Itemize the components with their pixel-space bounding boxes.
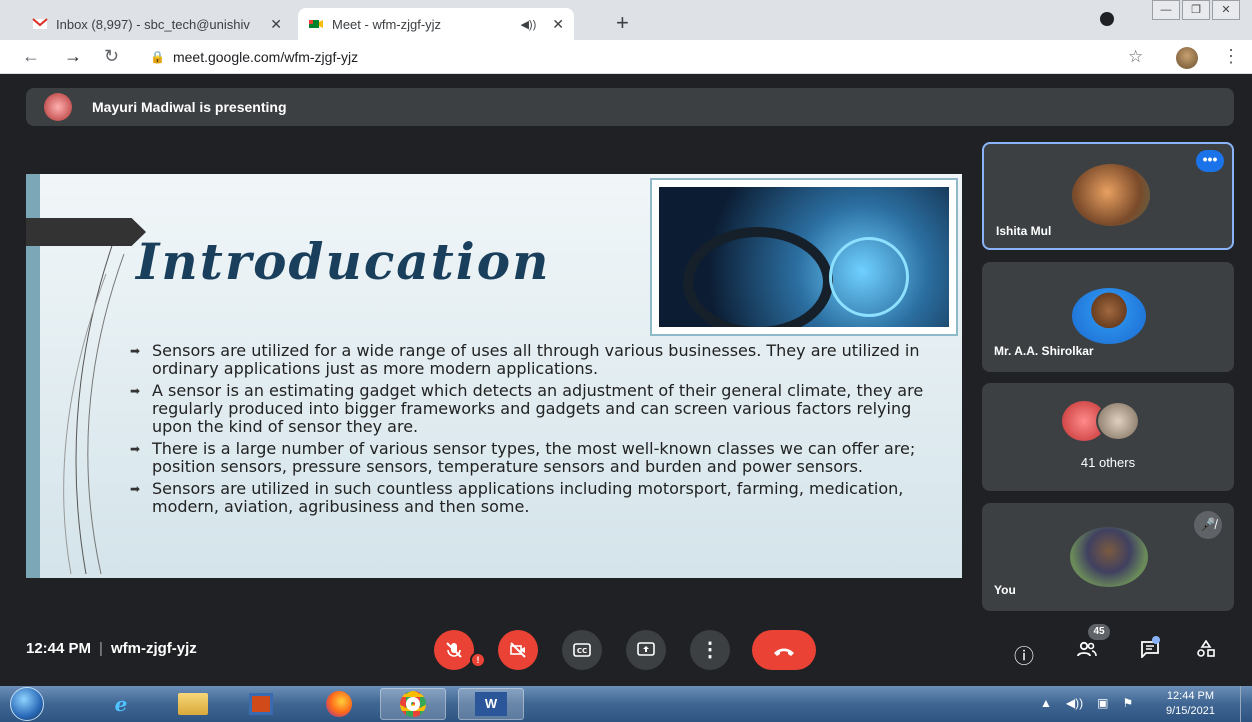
browser-menu-icon[interactable]: ⋮ <box>1222 46 1240 67</box>
participant-avatar <box>1072 164 1150 226</box>
internet-explorer-icon[interactable]: e <box>88 688 154 720</box>
close-tab-icon[interactable]: ✕ <box>270 16 282 33</box>
bullet-arrow-icon: ➡ <box>130 442 141 456</box>
participant-tile-ishita[interactable]: ••• Ishita Mul <box>982 142 1234 250</box>
participant-name: Ishita Mul <box>996 224 1052 238</box>
chrome-icon[interactable] <box>380 688 446 720</box>
participant-tile-you[interactable]: 🎤̸ You <box>982 503 1234 611</box>
participant-name: Mr. A.A. Shirolkar <box>994 344 1094 358</box>
tab-gmail[interactable]: Inbox (8,997) - sbc_tech@unishiv ✕ <box>22 8 292 40</box>
present-screen-button[interactable] <box>626 630 666 670</box>
participant-avatar <box>1096 401 1140 441</box>
participant-name: You <box>994 583 1016 597</box>
slide-decoration-lines <box>63 234 125 574</box>
start-button[interactable] <box>10 687 44 721</box>
media-player-icon[interactable] <box>228 688 294 720</box>
slide-bullet: ➡ There is a large number of various sens… <box>130 439 916 476</box>
tab-meet-label: Meet - wfm-zjgf-yjz <box>332 16 442 32</box>
participant-avatar <box>1070 527 1148 587</box>
meet-icon <box>309 20 323 28</box>
meeting-info-separator: | <box>99 640 103 657</box>
forward-arrow-icon[interactable]: → <box>64 46 82 67</box>
bookmark-star-icon[interactable]: ☆ <box>1128 47 1143 67</box>
more-vert-icon: ⋮ <box>700 639 720 661</box>
maximize-button[interactable]: ❐ <box>1182 0 1210 20</box>
svg-text:CC: CC <box>577 647 587 655</box>
participant-tile-shirolkar[interactable]: Mr. A.A. Shirolkar <box>982 262 1234 372</box>
file-explorer-icon[interactable] <box>160 688 226 720</box>
url-text: meet.google.com/wfm-zjgf-yjz <box>172 49 359 65</box>
taskbar-clock[interactable]: 12:44 PM 9/15/2021 <box>1166 689 1215 719</box>
tab-audio-icon[interactable]: ◀)) <box>520 18 536 31</box>
action-center-icon[interactable]: ⚑ <box>1122 696 1133 710</box>
slide-bullet-list: ➡ Sensors are utilized for a wide range o… <box>130 342 950 520</box>
people-icon[interactable] <box>1076 640 1098 664</box>
mic-off-icon: 🎤̸ <box>1194 511 1222 539</box>
slide-bullet: ➡ A sensor is an estimating gadget which … <box>130 381 924 436</box>
show-desktop-button[interactable] <box>1240 686 1252 722</box>
presenting-text: Mayuri Madiwal is presenting <box>92 99 287 115</box>
back-arrow-icon[interactable]: ← <box>22 46 40 67</box>
meeting-code: wfm-zjgf-yjz <box>110 640 197 657</box>
meeting-info: 12:44 PM | wfm-zjgf-yjz <box>26 640 197 657</box>
mic-toggle-button[interactable] <box>434 630 474 670</box>
others-count-label: 41 others <box>1080 455 1136 470</box>
tray-expand-icon[interactable]: ▲ <box>1040 696 1052 710</box>
hang-up-icon <box>774 648 794 657</box>
camera-toggle-button[interactable] <box>498 630 538 670</box>
profile-avatar[interactable] <box>1176 47 1198 69</box>
window-controls: — ❐ ✕ <box>1152 0 1240 20</box>
browser-tab-strip: Inbox (8,997) - sbc_tech@unishiv ✕ Meet … <box>0 0 1252 40</box>
new-tab-button[interactable]: + <box>616 10 629 36</box>
address-bar: ← → ↻ 🔒 meet.google.com/wfm-zjgf-yjz ☆ ⋮ <box>0 40 1252 74</box>
gmail-icon <box>32 18 48 29</box>
slide-arrow-banner <box>26 218 146 246</box>
participant-count-badge: 45 <box>1088 624 1110 640</box>
participant-avatar <box>1072 288 1146 344</box>
tab-meet[interactable]: Meet - wfm-zjgf-yjz ◀)) ✕ <box>298 8 574 40</box>
mic-warning-icon: ! <box>470 652 486 668</box>
windows-taskbar: e W ▲ ◀)) ▣ ⚑ 12:44 PM 9/15/2021 <box>0 686 1252 722</box>
close-tab-icon[interactable]: ✕ <box>552 16 564 33</box>
slide-title: Introducation <box>136 232 551 291</box>
camera-off-icon <box>510 642 526 658</box>
meeting-time: 12:44 PM <box>26 640 92 657</box>
captions-button[interactable]: CC <box>562 630 602 670</box>
minimize-button[interactable]: — <box>1152 0 1180 20</box>
url-field[interactable]: 🔒 meet.google.com/wfm-zjgf-yjz <box>150 46 358 68</box>
taskbar-date: 9/15/2021 <box>1166 705 1215 717</box>
bullet-arrow-icon: ➡ <box>130 482 141 496</box>
mic-off-icon <box>446 642 462 658</box>
system-tray: ▲ ◀)) ▣ ⚑ <box>1040 696 1133 710</box>
network-icon[interactable]: ▣ <box>1097 696 1108 710</box>
more-options-button[interactable]: ⋮ <box>690 630 730 670</box>
participant-tile-others[interactable]: 41 others <box>982 383 1234 491</box>
captions-icon: CC <box>573 643 591 657</box>
taskbar-time: 12:44 PM <box>1166 690 1215 702</box>
bullet-arrow-icon: ➡ <box>130 384 141 398</box>
meeting-details-icon[interactable]: ⓘ <box>1014 640 1034 669</box>
close-window-button[interactable]: ✕ <box>1212 0 1240 20</box>
word-icon[interactable]: W <box>458 688 524 720</box>
chat-notification-dot <box>1152 636 1160 644</box>
leave-call-button[interactable] <box>752 630 816 670</box>
slide-bullet: ➡ Sensors are utilized for a wide range o… <box>130 341 920 378</box>
slide-bullet: ➡ Sensors are utilized in such countless … <box>130 479 904 516</box>
slide-car-image <box>650 178 958 336</box>
profile-dot-icon[interactable] <box>1100 12 1114 26</box>
presenting-banner: Mayuri Madiwal is presenting <box>26 88 1234 126</box>
reload-icon[interactable]: ↻ <box>104 46 119 67</box>
shared-slide: Introducation ➡ Sensors are utilized for … <box>26 174 962 578</box>
more-options-button[interactable]: ••• <box>1196 150 1224 172</box>
volume-icon[interactable]: ◀)) <box>1066 696 1083 710</box>
firefox-icon[interactable] <box>306 688 372 720</box>
tab-gmail-label: Inbox (8,997) - sbc_tech@unishiv <box>56 16 250 32</box>
bullet-arrow-icon: ➡ <box>130 344 141 358</box>
lock-icon: 🔒 <box>150 50 165 64</box>
activities-icon[interactable] <box>1196 639 1216 664</box>
presenter-avatar <box>44 93 72 121</box>
present-icon <box>637 642 655 656</box>
